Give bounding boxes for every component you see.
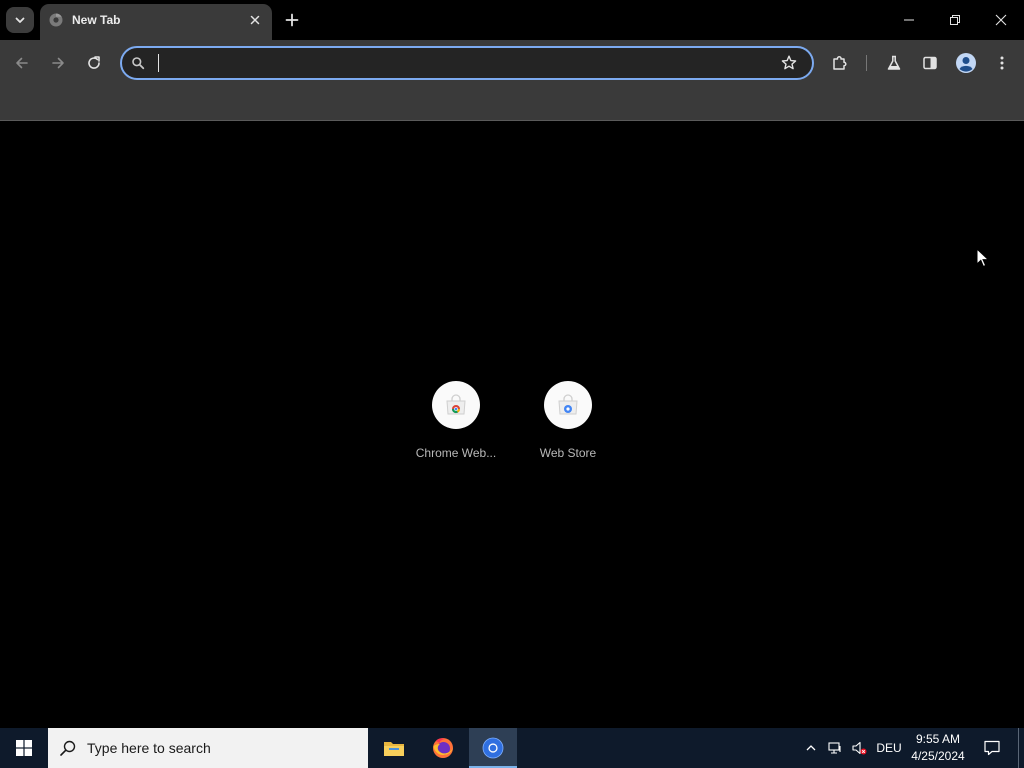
labs-button[interactable] [880,49,908,77]
chevron-down-icon [15,17,25,23]
mouse-pointer-icon [976,248,990,268]
network-icon [828,742,841,754]
taskbar-firefox[interactable] [419,728,467,768]
search-placeholder: Type here to search [87,740,211,756]
chrome-web-store-icon [446,394,466,415]
show-desktop-button[interactable] [1018,728,1019,768]
side-panel-icon [923,56,937,70]
minimize-icon [904,19,914,21]
shortcut-web-store[interactable]: Web Store [512,381,624,471]
reload-button[interactable] [80,49,108,77]
start-button[interactable] [0,728,48,768]
toolbar-divider [866,55,867,71]
shortcut-tile [544,381,592,429]
new-tab-page: Chrome Web... Web Store [0,121,1024,728]
input-language-button[interactable]: DEU [874,728,904,768]
action-center-button[interactable] [976,728,1008,768]
bookmarks-bar [0,86,1024,121]
address-input[interactable] [156,51,756,75]
tab-close-button[interactable] [247,12,263,28]
arrow-left-icon [16,57,28,69]
tab-title: New Tab [72,13,121,27]
windows-logo-icon [16,740,32,756]
volume-button[interactable] [848,728,870,768]
search-icon [60,740,76,756]
profile-button[interactable] [952,49,980,77]
shortcut-label: Web Store [539,446,597,460]
network-button[interactable] [824,728,846,768]
taskbar: Type here to search DEU 9:55 AM 4/25/202… [0,728,1024,768]
chrome-icon [482,737,504,759]
avatar-icon [956,53,976,73]
extensions-button[interactable] [826,49,854,77]
minimize-button[interactable] [886,0,932,40]
clock-time: 9:55 AM [915,732,961,746]
shortcut-tile [432,381,480,429]
taskbar-file-explorer[interactable] [370,728,418,768]
plus-icon [285,13,299,27]
notification-icon [984,740,1000,756]
close-icon [995,14,1007,26]
firefox-icon [433,738,453,758]
toolbar [0,40,1024,86]
taskbar-chrome[interactable] [469,728,517,768]
star-icon[interactable] [780,54,798,72]
file-explorer-icon [384,742,404,756]
search-icon [132,57,145,70]
side-panel-button[interactable] [916,49,944,77]
new-tab-button[interactable] [281,9,303,31]
forward-button[interactable] [44,49,72,77]
shortcut-chrome-web-store[interactable]: Chrome Web... [400,381,512,471]
shortcut-label: Chrome Web... [415,446,497,460]
arrow-right-icon [52,57,64,69]
new-tab-favicon-icon [49,13,63,27]
show-hidden-icons-button[interactable] [800,728,822,768]
restore-icon [950,15,960,25]
volume-muted-icon [852,741,867,755]
tab-new-tab[interactable]: New Tab [40,4,272,40]
tab-strip: New Tab [0,0,1024,40]
taskbar-search[interactable]: Type here to search [48,728,368,768]
clock[interactable]: 9:55 AM 4/25/2024 [906,731,970,767]
close-icon [250,15,260,25]
address-bar[interactable] [120,46,814,80]
back-button[interactable] [8,49,36,77]
clock-date: 4/25/2024 [911,749,965,763]
web-store-icon [558,394,578,415]
restore-button[interactable] [932,0,978,40]
chevron-up-icon [806,745,816,751]
flask-icon [887,55,901,70]
puzzle-icon [833,56,847,70]
close-window-button[interactable] [978,0,1024,40]
reload-icon [88,56,100,69]
menu-button[interactable] [988,49,1016,77]
more-vertical-icon [1000,56,1004,70]
tab-search-button[interactable] [6,7,34,33]
text-caret [158,54,159,72]
